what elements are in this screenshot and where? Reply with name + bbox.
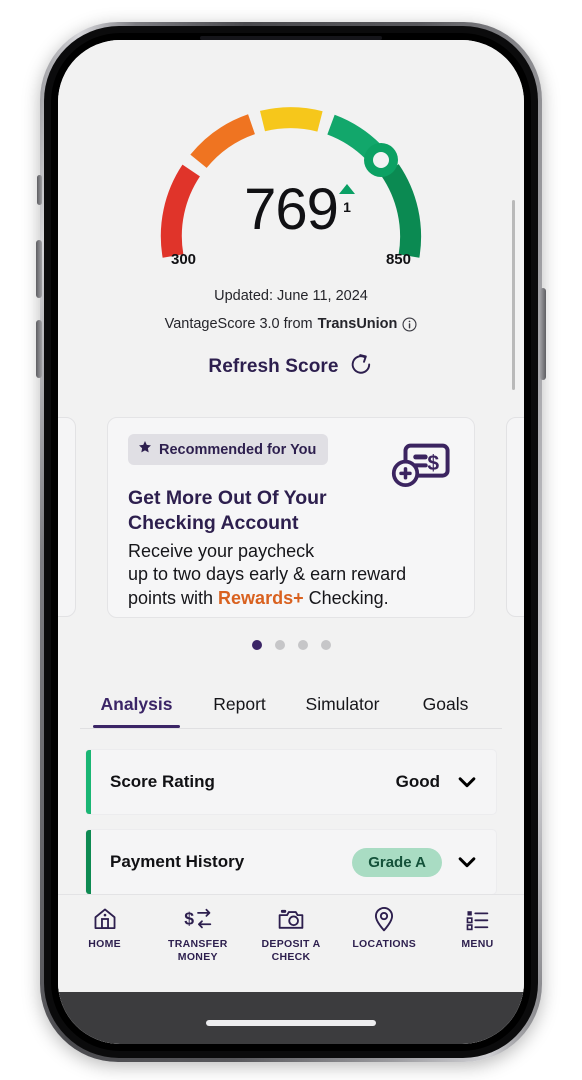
nav-item-locations[interactable]: LOCATIONS — [338, 906, 431, 951]
accordion-row-title: Payment History — [110, 852, 245, 871]
delta-up-arrow-icon — [339, 184, 355, 194]
power-button[interactable] — [540, 288, 546, 380]
delta-value: 1 — [343, 199, 351, 215]
carousel-dot-2[interactable] — [297, 640, 308, 650]
bottom-navigation-bar[interactable]: HOME $ TRANSFER MONEY DEPOSIT A CHECK LOCATION… — [58, 894, 524, 992]
bureau-name: TransUnion — [317, 316, 398, 332]
nav-item-menu[interactable]: MENU — [431, 906, 524, 951]
score-bureau-line: VantageScore 3.0 from TransUnion — [58, 316, 524, 332]
nav-item-label: HOME — [88, 938, 121, 950]
transfer-money-icon: $ — [183, 906, 213, 932]
credit-score-value: 769 — [244, 177, 339, 242]
home-indicator[interactable] — [206, 1020, 376, 1026]
grade-badge: Grade A — [352, 847, 442, 877]
promo-carousel[interactable]: Recommended for You $ Get More Out Of Yo… — [58, 409, 524, 625]
gauge-min-label: 300 — [171, 251, 197, 268]
score-tabs[interactable]: Analysis Report Simulator Goals — [58, 694, 524, 728]
promo-title-line2: Checking Account — [128, 511, 299, 534]
nav-item-label: DEPOSIT A CHECK — [261, 938, 321, 964]
svg-text:$: $ — [427, 452, 439, 475]
score-updated-text: Updated: June 11, 2024 — [214, 288, 368, 304]
gauge-segment-light-green — [327, 114, 381, 160]
vertical-scrollbar[interactable] — [512, 200, 515, 390]
volume-up-button[interactable] — [36, 240, 42, 298]
chevron-down-icon[interactable] — [456, 771, 478, 793]
credit-score-gauge: 769 1 300 850 — [58, 84, 524, 274]
tab-goals[interactable]: Goals — [394, 694, 497, 728]
promo-body-line2: up to two days early & earn reward — [128, 564, 407, 585]
rewards-plus-highlight: Rewards+ — [218, 587, 304, 608]
promo-body-line3-post: Checking. — [303, 587, 389, 608]
gauge-marker — [364, 143, 398, 177]
carousel-pagination-dots[interactable] — [58, 640, 524, 650]
nav-item-label: TRANSFER MONEY — [168, 938, 228, 964]
location-pin-icon — [372, 906, 396, 932]
chevron-down-icon[interactable] — [456, 851, 478, 873]
tab-simulator[interactable]: Simulator — [291, 694, 394, 728]
nav-item-transfer-money[interactable]: $ TRANSFER MONEY — [151, 906, 244, 964]
carousel-dot-3[interactable] — [320, 640, 331, 650]
gauge-segment-orange — [190, 114, 256, 169]
promo-card[interactable]: Recommended for You $ Get More Out Of Yo… — [107, 417, 475, 618]
gauge-max-label: 850 — [385, 251, 411, 268]
screenshot-stage: 769 1 300 850 Updated: June 11, 2024 Van… — [0, 0, 582, 1080]
scrollable-content[interactable]: 769 1 300 850 Updated: June 11, 2024 Van… — [58, 40, 524, 946]
bureau-prefix: VantageScore 3.0 from — [164, 316, 313, 332]
refresh-circular-arrow-icon — [349, 352, 374, 382]
svg-text:$: $ — [184, 908, 194, 928]
analysis-accordion-list[interactable]: Score Rating Good Payment History Grade A — [58, 749, 524, 895]
home-icon — [92, 906, 118, 932]
carousel-card-peek-right[interactable] — [506, 417, 524, 617]
promo-body: Receive your paycheck up to two days ear… — [128, 540, 454, 610]
carousel-card-peek-left[interactable] — [58, 417, 76, 617]
camera-check-icon — [277, 906, 305, 932]
recommended-badge-label: Recommended for You — [159, 441, 317, 458]
refresh-score-button[interactable]: Refresh Score — [58, 352, 524, 382]
accordion-row[interactable]: Score Rating Good — [85, 749, 497, 815]
recommended-badge: Recommended for You — [128, 434, 329, 465]
tab-analysis[interactable]: Analysis — [85, 694, 188, 728]
gauge-segment-yellow — [259, 107, 323, 132]
carousel-dot-0[interactable] — [251, 640, 262, 650]
accordion-row[interactable]: Payment History Grade A — [85, 829, 497, 895]
nav-item-label: LOCATIONS — [352, 938, 417, 950]
star-icon — [138, 440, 152, 459]
menu-list-icon — [464, 906, 490, 932]
promo-body-line3: points with Rewards+ Checking. — [128, 587, 454, 610]
accordion-accent-bar — [86, 750, 91, 814]
volume-down-button[interactable] — [36, 320, 42, 378]
info-circle-icon[interactable] — [402, 316, 417, 332]
accordion-row-value: Good — [395, 772, 440, 791]
refresh-score-label: Refresh Score — [208, 356, 339, 377]
tabs-divider — [80, 728, 502, 729]
nav-item-deposit-a-check[interactable]: DEPOSIT A CHECK — [244, 906, 337, 964]
score-delta: 1 — [333, 184, 361, 215]
check-deposit-icon: $ — [390, 440, 452, 494]
accordion-row-title: Score Rating — [110, 772, 215, 791]
app-viewport: 769 1 300 850 Updated: June 11, 2024 Van… — [58, 40, 524, 1044]
promo-body-line1: Receive your paycheck — [128, 540, 315, 561]
nav-item-home[interactable]: HOME — [58, 906, 151, 951]
nav-item-label: MENU — [461, 938, 494, 950]
home-indicator-area — [58, 992, 524, 1044]
carousel-dot-1[interactable] — [274, 640, 285, 650]
silence-switch[interactable] — [37, 175, 42, 205]
accordion-accent-bar — [86, 830, 91, 894]
tab-report[interactable]: Report — [188, 694, 291, 728]
promo-body-line3-pre: points with — [128, 587, 219, 608]
phone-screen: 769 1 300 850 Updated: June 11, 2024 Van… — [58, 40, 524, 1044]
